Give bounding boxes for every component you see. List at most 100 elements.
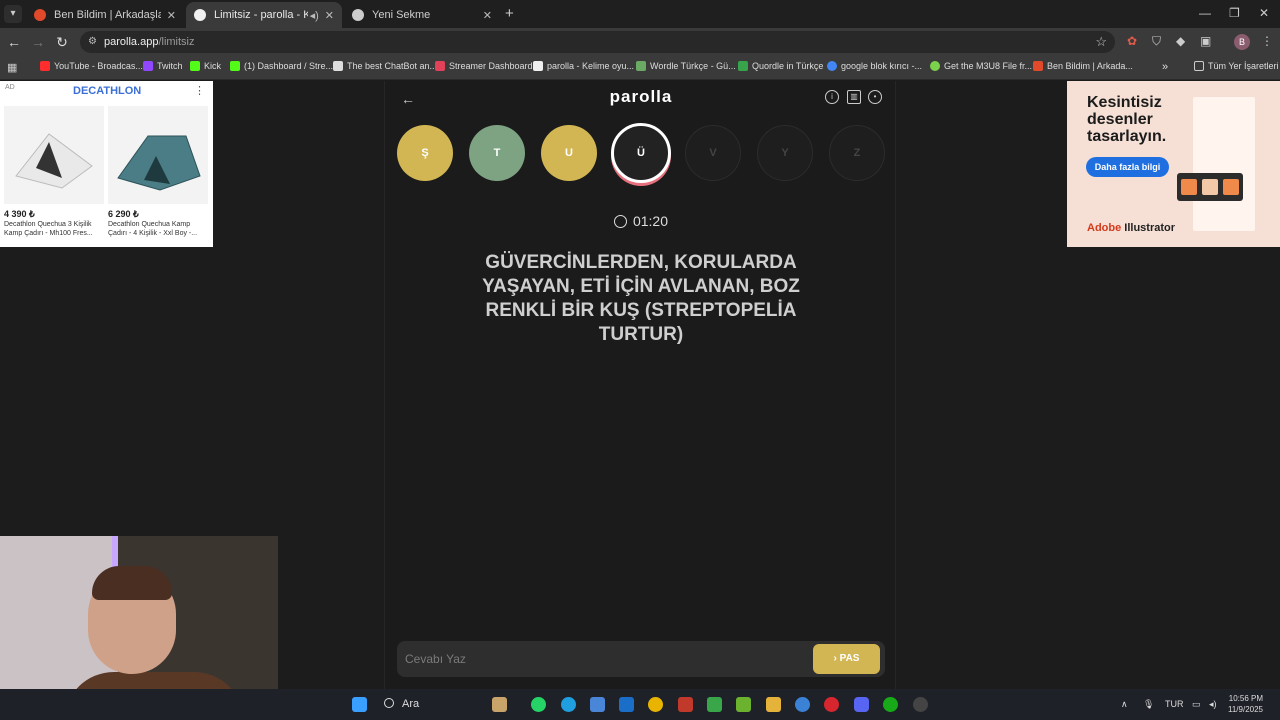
edge-icon[interactable] [561, 697, 576, 712]
apps-grid-icon[interactable]: ▦ [7, 61, 17, 74]
whatsapp-icon[interactable] [531, 697, 546, 712]
game-app-icon[interactable] [707, 697, 722, 712]
site-settings-icon[interactable]: ⚙ [88, 36, 97, 47]
parolla-logo: parolla [609, 87, 673, 106]
bookmark-label: Quordle in Türkçe [752, 61, 824, 71]
language-indicator[interactable]: TUR [1165, 699, 1184, 709]
ben-bildim-favicon-icon [34, 9, 46, 21]
close-icon[interactable]: ✕ [167, 9, 176, 22]
tab-parolla[interactable]: Limitsiz - parolla - Kelime o ◂) ✕ [186, 2, 342, 28]
nvidia-icon[interactable] [736, 697, 751, 712]
letter-circle: Y [757, 125, 813, 181]
bookmark-twitch[interactable]: Twitch [143, 61, 183, 71]
diamond-extension-icon[interactable]: ◆ [1176, 34, 1185, 48]
tab-new[interactable]: Yeni Sekme ✕ [344, 2, 500, 28]
bookmark-ben-bildim[interactable]: Ben Bildim | Arkada... [1033, 61, 1133, 71]
bookmark-chatbot[interactable]: The best ChatBot an... [333, 61, 437, 71]
microphone-icon[interactable]: 🎙 [1143, 699, 1154, 710]
bookmark-streamer-dashboard[interactable]: Streamer Dashboard [435, 61, 533, 71]
product-price: 4 390 ₺ [4, 209, 35, 219]
new-tab-plus-icon[interactable]: + [505, 5, 514, 22]
tray-overflow-icon[interactable]: ∧ [1121, 699, 1128, 710]
system-clock[interactable]: 10:56 PM 11/9/2025 [1228, 693, 1263, 715]
answer-input[interactable] [405, 647, 805, 671]
tab-title: Yeni Sekme [372, 9, 431, 21]
puzzle-extensions-icon[interactable]: ▣ [1200, 34, 1211, 48]
forward-arrow-icon[interactable]: → [30, 34, 46, 50]
shield-icon[interactable]: ⛉ [1152, 34, 1161, 49]
parolla-icon [533, 61, 543, 71]
bookmark-label: Kick [204, 61, 222, 71]
chrome-icon[interactable] [648, 697, 663, 712]
restore-icon[interactable]: ❐ [1229, 6, 1240, 20]
network-icon[interactable]: ▭ [1192, 699, 1201, 710]
obs-icon[interactable] [913, 697, 928, 712]
bookmark-label: The best ChatBot an... [347, 61, 438, 71]
bookmark-google-blok[interactable]: google blok kırıcı -... [827, 61, 922, 71]
minimize-icon[interactable]: — [1199, 6, 1211, 20]
windows-taskbar: Ara ∧ 🎙 TUR ▭ ◂) 10:56 PM 11/9/2025 [0, 689, 1280, 720]
extension-red-icon[interactable]: ✿ [1127, 34, 1137, 48]
product-price: 6 290 ₺ [108, 209, 139, 219]
speaker-icon[interactable]: ◂) [310, 9, 319, 22]
bookmark-dashboard[interactable]: (1) Dashboard / Stre... [230, 61, 333, 71]
bookmark-wordle[interactable]: Wordle Türkçe - Gü... [636, 61, 736, 71]
brand-adobe: Adobe [1087, 222, 1122, 234]
product-name: Decathlon Quechua Kamp Çadırı - 4 Kişili… [108, 221, 198, 237]
info-icon[interactable]: i [825, 90, 839, 104]
close-icon[interactable]: ✕ [325, 9, 334, 22]
wordle-icon [636, 61, 646, 71]
address-bar[interactable]: ⚙ parolla.app/limitsiz ☆ [80, 31, 1115, 53]
bookmark-parolla[interactable]: parolla - Kelime oyu... [533, 61, 634, 71]
stats-icon[interactable]: ▥ [847, 90, 861, 104]
kebab-menu-icon[interactable]: ⋮ [1261, 34, 1273, 48]
widgets-icon[interactable] [492, 697, 507, 712]
bookmark-star-icon[interactable]: ☆ [1095, 34, 1107, 50]
adobe-illustrator-logo: Adobe Illustrator [1087, 222, 1175, 234]
back-arrow-icon[interactable]: ← [6, 34, 22, 50]
tab-ben-bildim[interactable]: Ben Bildim | Arkadaşlarınla Onl ✕ [26, 2, 184, 28]
yandex-icon[interactable] [824, 697, 839, 712]
google-icon [827, 61, 837, 71]
product-card[interactable]: 6 290 ₺ Decathlon Quechua Kamp Çadırı - … [108, 106, 208, 238]
window-close-icon[interactable]: ✕ [1259, 6, 1269, 20]
reload-icon[interactable]: ↻ [54, 34, 70, 50]
bookmark-kick[interactable]: Kick [190, 61, 221, 71]
folder-icon [1194, 61, 1204, 71]
volume-icon[interactable]: ◂) [1209, 699, 1217, 710]
user-icon[interactable]: • [868, 90, 882, 104]
parolla-favicon-icon [194, 9, 206, 21]
bookmark-youtube[interactable]: YouTube - Broadcas... [40, 61, 143, 71]
adobe-ad[interactable]: Kesintisiz desenler tasarlayın. Daha faz… [1067, 81, 1280, 247]
pass-button[interactable]: › PAS [813, 644, 880, 674]
taskbar-search[interactable]: Ara [384, 698, 419, 710]
bookmark-m3u8[interactable]: Get the M3U8 File fr... [930, 61, 1032, 71]
webcam-person-hair [92, 566, 172, 600]
windows-start-icon[interactable] [352, 697, 367, 712]
outlook-icon[interactable] [619, 697, 634, 712]
profile-avatar[interactable]: B [1234, 34, 1250, 50]
bookmarks-overflow-icon[interactable]: » [1162, 61, 1168, 73]
tab-title: Ben Bildim | Arkadaşlarınla Onl [54, 9, 161, 21]
store-icon[interactable] [590, 697, 605, 712]
product-card[interactable]: 4 390 ₺ Decathlon Quechua 3 Kişilik Kamp… [4, 106, 104, 238]
bookmark-label: parolla - Kelime oyu... [547, 61, 635, 71]
dts-icon[interactable] [678, 697, 693, 712]
bookmark-quordle[interactable]: Quordle in Türkçe [738, 61, 823, 71]
timer-value: 01:20 [632, 213, 669, 229]
ad-options-icon[interactable]: ⋮ [194, 84, 205, 97]
bookmark-label: Wordle Türkçe - Gü... [650, 61, 736, 71]
all-bookmarks[interactable]: Tüm Yer İşaretleri [1194, 61, 1279, 71]
tab-search-icon[interactable]: ▾ [4, 5, 22, 23]
discord-icon[interactable] [854, 697, 869, 712]
settings-app-icon[interactable] [795, 697, 810, 712]
letter-circle: U [541, 125, 597, 181]
parolla-app: ← parolla i ▥ • Ş T U Ü V Y Z 01:20 GÜVE… [384, 81, 896, 689]
xbox-icon[interactable] [883, 697, 898, 712]
decathlon-ad[interactable]: AD DECATHLON ⋮ 4 390 ₺ Decathlon Quechua… [0, 81, 213, 247]
pass-label: PAS [839, 653, 860, 664]
learn-more-button[interactable]: Daha fazla bilgi [1086, 157, 1169, 177]
close-icon[interactable]: ✕ [483, 9, 492, 22]
bookmark-label: Streamer Dashboard [449, 61, 533, 71]
file-explorer-icon[interactable] [766, 697, 781, 712]
